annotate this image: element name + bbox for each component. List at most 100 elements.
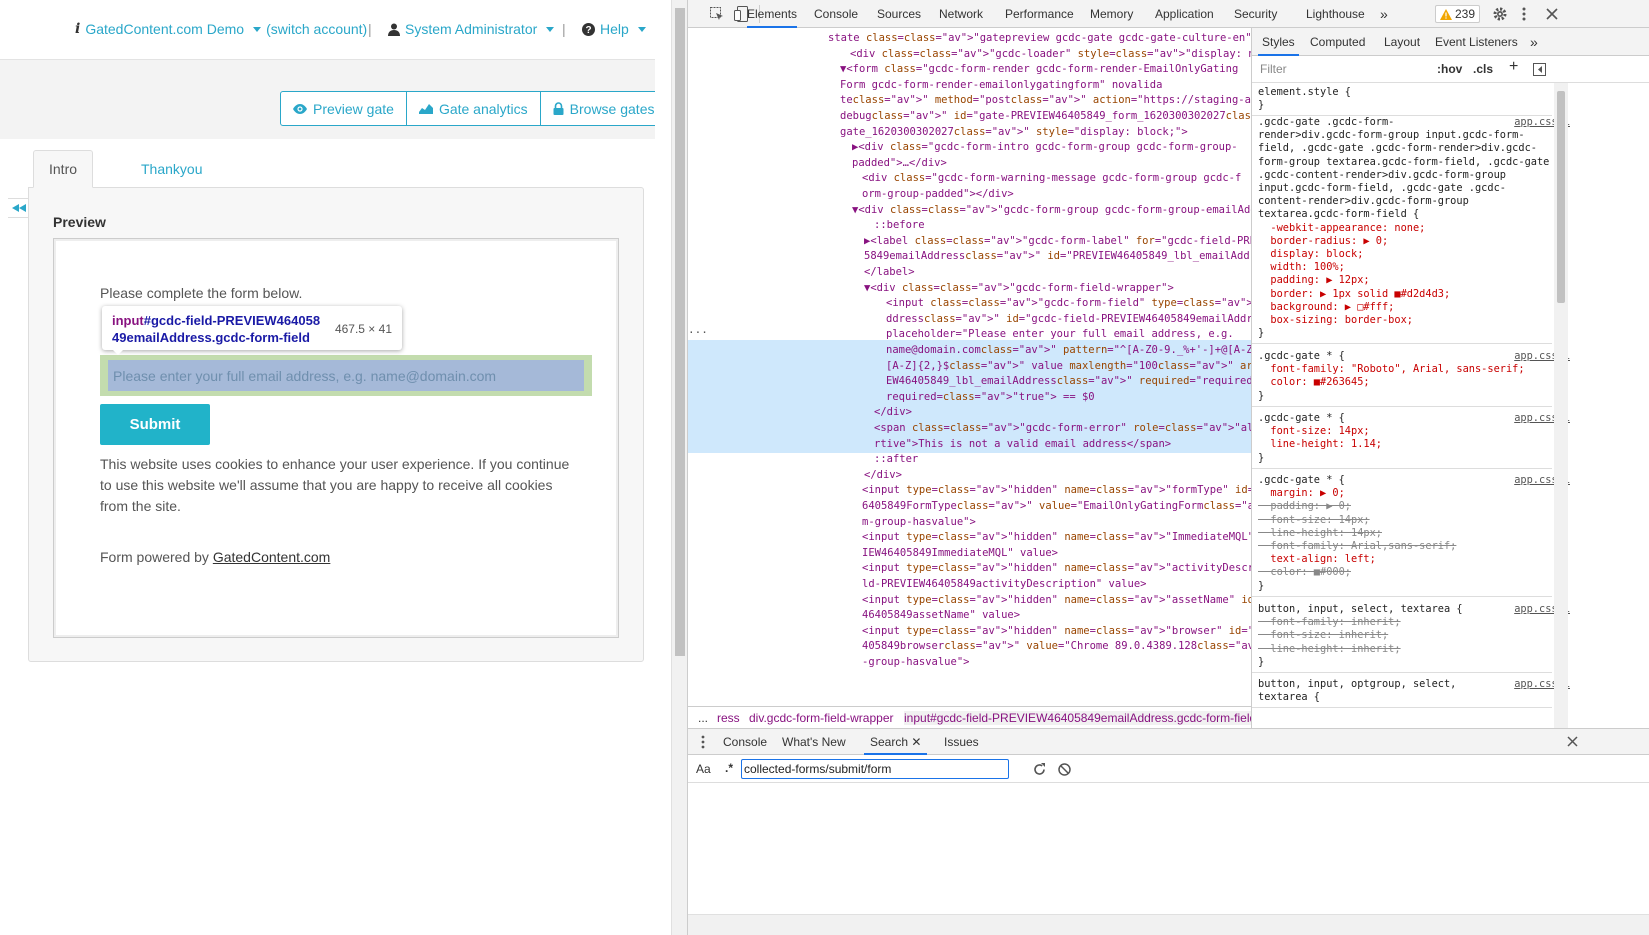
dom-line[interactable]: EW46405849_lbl_emailAddressclass="av">" … <box>886 373 1279 389</box>
dom-line[interactable]: <input type=class="av">"hidden" name=cla… <box>862 592 1279 608</box>
dom-line[interactable]: teclass="av">" method="postclass="av">" … <box>840 92 1279 108</box>
elements-dom-tree[interactable]: ··· state class=class="av">"gatepreview … <box>688 28 1279 706</box>
breadcrumb-ellipsis[interactable]: ... <box>698 711 708 725</box>
devtools-tab-application[interactable]: Application <box>1155 0 1214 28</box>
dom-line[interactable]: padded">…</div> <box>852 155 947 171</box>
submit-button[interactable]: Submit <box>100 404 210 445</box>
close-drawer-icon[interactable] <box>1567 736 1578 747</box>
dom-line[interactable]: ld-PREVIEW46405849activityDescription" v… <box>862 576 1146 592</box>
dom-line[interactable]: </div> <box>864 467 902 483</box>
dom-line[interactable]: ▼<div class=class="av">"gcdc-form-field-… <box>864 280 1174 296</box>
refresh-icon[interactable] <box>1033 763 1046 776</box>
dom-line[interactable]: rtive">This is not a valid email address… <box>874 436 1171 452</box>
user-menu[interactable]: System Administrator <box>388 21 555 37</box>
page-scrollbar[interactable] <box>671 0 687 935</box>
style-rule[interactable]: element.style {} <box>1258 86 1548 112</box>
devtools-tab-memory[interactable]: Memory <box>1090 0 1133 28</box>
dom-line[interactable]: <span class=class="av">"gcdc-form-error"… <box>874 420 1279 436</box>
help-menu[interactable]: ? Help <box>582 21 646 37</box>
dom-line[interactable]: 405849browserclass="av">" value="Chrome … <box>862 638 1279 654</box>
dom-line[interactable]: ::before <box>874 217 925 233</box>
drawer-tab-console[interactable]: Console <box>723 729 767 755</box>
account-name[interactable]: GatedContent.com Demo <box>85 21 244 37</box>
drawer-menu-icon[interactable] <box>701 735 705 749</box>
devtools-tab-network[interactable]: Network <box>939 0 983 28</box>
style-rule[interactable]: button, input, select, textarea { font-f… <box>1258 603 1570 669</box>
dom-line[interactable]: </div> <box>874 404 912 420</box>
dom-line[interactable]: debugclass="av">" id="gate-PREVIEW464058… <box>840 108 1279 124</box>
dom-line[interactable]: 46405849assetName" value> <box>862 607 1020 623</box>
dom-line[interactable]: <input type=class="av">"hidden" name=cla… <box>862 482 1279 498</box>
breadcrumb-item[interactable]: div.gcdc-form-field-wrapper <box>749 711 894 725</box>
node-ellipsis-icon[interactable]: ··· <box>688 326 708 339</box>
dom-line[interactable]: ▶<label class=class="av">"gcdc-form-labe… <box>864 233 1279 249</box>
dom-line[interactable]: <input type=class="av">"hidden" name=cla… <box>862 529 1279 545</box>
tab-intro[interactable]: Intro <box>33 150 94 188</box>
styles-tab-styles[interactable]: Styles <box>1258 28 1299 56</box>
styles-tab-event-listeners[interactable]: Event Listeners <box>1435 28 1518 56</box>
settings-gear-icon[interactable] <box>1493 7 1507 21</box>
inspect-element-icon[interactable] <box>710 7 724 21</box>
user-name[interactable]: System Administrator <box>405 21 537 37</box>
dom-line[interactable]: name@domain.comclass="av">" pattern="^[A… <box>886 342 1279 358</box>
drawer-tab-whats-new[interactable]: What's New <box>782 729 846 755</box>
dom-line[interactable]: -group-hasvalue"> <box>862 654 969 670</box>
drawer-scrollbar[interactable] <box>688 914 1649 935</box>
style-rule[interactable]: .gcdc-gate * { font-size: 14px; line-hei… <box>1258 412 1570 465</box>
dom-line[interactable]: <div class=class="av">"gcdc-loader" styl… <box>850 46 1279 62</box>
dom-line[interactable]: 6405849FormTypeclass="av">" value="Email… <box>862 498 1279 514</box>
new-style-rule-icon[interactable]: + <box>1509 58 1518 76</box>
dom-line[interactable]: <input class=class="av">"gcdc-form-field… <box>886 295 1279 311</box>
style-rule[interactable]: button, input, optgroup, select, textarea… <box>1258 678 1570 704</box>
styles-scrollbar[interactable] <box>1554 83 1568 728</box>
preview-gate-button[interactable]: Preview gate <box>281 92 406 125</box>
dom-line[interactable]: [A-Z]{2,}$class="av">" value maxlength="… <box>886 358 1279 374</box>
devtools-tab-performance[interactable]: Performance <box>1005 0 1074 28</box>
dom-line[interactable]: ddressclass="av">" id="gcdc-field-PREVIE… <box>886 311 1278 327</box>
dom-line[interactable]: <input type=class="av">"hidden" name=cla… <box>862 560 1279 576</box>
breadcrumb-item-selected[interactable]: input#gcdc-field-PREVIEW46405849emailAdd… <box>904 711 1257 725</box>
close-devtools-icon[interactable] <box>1546 8 1558 20</box>
device-toggle-icon[interactable] <box>734 6 748 22</box>
close-search-tab-icon[interactable]: ✕ <box>911 735 921 749</box>
styles-filter-input[interactable]: Filter <box>1260 62 1287 76</box>
email-input[interactable]: Please enter your full email address, e.… <box>108 360 584 391</box>
page-scrollbar-thumb[interactable] <box>675 8 685 656</box>
style-rule[interactable]: .gcdc-gate * { margin: ▶ 0; padding: ▶ 0… <box>1258 474 1570 593</box>
style-rule[interactable]: .gcdc-gate * { font-family: "Roboto", Ar… <box>1258 350 1570 403</box>
dom-line[interactable]: ▼<div class=class="av">"gcdc-form-group … <box>852 202 1279 218</box>
dom-line[interactable]: gate_1620300302027class="av">" style="di… <box>840 124 1188 140</box>
more-tabs-button[interactable]: » <box>1380 0 1388 28</box>
dom-line[interactable]: state class=class="av">"gatepreview gcdc… <box>828 30 1258 46</box>
hov-toggle[interactable]: :hov <box>1437 62 1462 76</box>
dom-line[interactable]: m-group-hasvalue"> <box>862 514 976 530</box>
dom-line[interactable]: Form gcdc-form-render-emailonlygatingfor… <box>840 77 1162 93</box>
toggle-sidebar-icon[interactable] <box>1533 63 1546 76</box>
dom-line[interactable]: ▶<div class="gcdc-form-intro gcdc-form-g… <box>852 139 1238 155</box>
drawer-tab-search[interactable]: Search ✕ <box>864 729 928 755</box>
styles-tab-layout[interactable]: Layout <box>1384 28 1420 56</box>
devtools-tab-security[interactable]: Security <box>1234 0 1277 28</box>
styles-more-tabs[interactable]: » <box>1530 28 1538 56</box>
search-input[interactable]: collected-forms/submit/form <box>741 759 1009 779</box>
dom-line[interactable]: <div class="gcdc-form-warning-message gc… <box>862 170 1241 186</box>
warnings-badge[interactable]: 239 <box>1435 5 1481 23</box>
devtools-tab-sources[interactable]: Sources <box>877 0 921 28</box>
dom-line[interactable]: required=class="av">"true"> == $0 <box>886 389 1095 405</box>
dom-line[interactable]: <input type=class="av">"hidden" name=cla… <box>862 623 1279 639</box>
drawer-tab-issues[interactable]: Issues <box>944 729 979 755</box>
gatedcontent-link[interactable]: GatedContent.com <box>213 549 331 565</box>
help-label[interactable]: Help <box>600 21 629 37</box>
devtools-tab-elements[interactable]: Elements <box>747 0 798 28</box>
dom-line[interactable]: ▼<form class="gcdc-form-render gcdc-form… <box>840 61 1238 77</box>
clear-search-icon[interactable] <box>1058 763 1071 776</box>
styles-tab-computed[interactable]: Computed <box>1310 28 1365 56</box>
style-rule[interactable]: .gcdc-gate .gcdc-form-render>div.gcdc-fo… <box>1258 116 1570 340</box>
dom-line[interactable]: </label> <box>864 264 915 280</box>
dom-line[interactable]: IEW46405849ImmediateMQL" value> <box>862 545 1058 561</box>
devtools-tab-lighthouse[interactable]: Lighthouse <box>1306 0 1365 28</box>
styles-scrollbar-thumb[interactable] <box>1557 91 1565 303</box>
browse-gates-button[interactable]: Browse gates <box>539 92 655 125</box>
cls-toggle[interactable]: .cls <box>1473 62 1493 76</box>
dom-line[interactable]: orm-group-padded"></div> <box>862 186 1014 202</box>
